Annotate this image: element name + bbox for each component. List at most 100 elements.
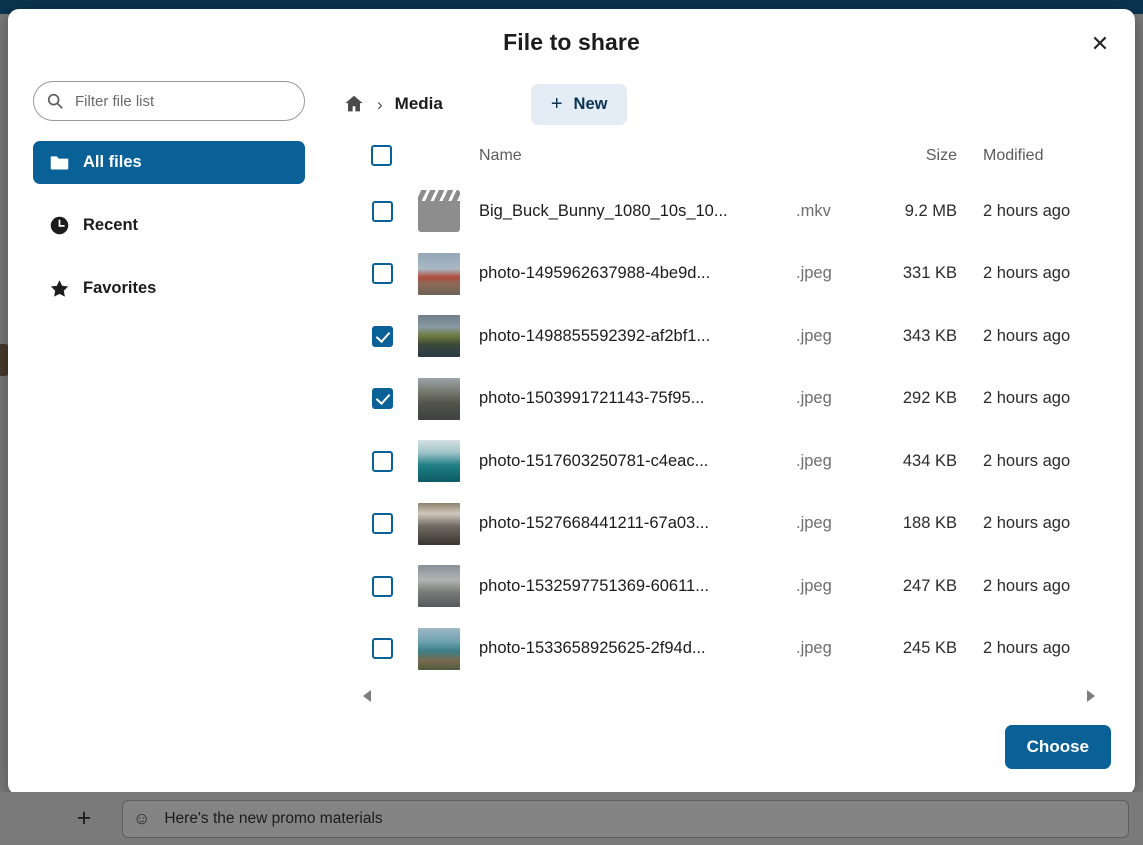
file-modified: 2 hours ago bbox=[965, 180, 1117, 243]
dialog-sidebar: All files Recent Favorites bbox=[33, 81, 321, 310]
file-extension: .jpeg bbox=[795, 618, 857, 681]
scroll-right-icon[interactable] bbox=[1087, 690, 1095, 702]
file-size: 343 KB bbox=[857, 305, 965, 368]
file-extension: .jpeg bbox=[795, 430, 857, 493]
file-name[interactable]: photo-1533658925625-2f94d... bbox=[473, 618, 795, 681]
row-checkbox[interactable] bbox=[372, 451, 393, 472]
row-checkbox[interactable] bbox=[372, 263, 393, 284]
table-row[interactable]: photo-1527668441211-67a03....jpeg188 KB2… bbox=[343, 493, 1117, 556]
plus-icon: + bbox=[551, 94, 563, 114]
file-size: 434 KB bbox=[857, 430, 965, 493]
file-size: 245 KB bbox=[857, 618, 965, 681]
file-browser: › Media + New Name bbox=[343, 81, 1117, 777]
row-select-cell bbox=[343, 493, 417, 556]
file-modified: 2 hours ago bbox=[965, 430, 1117, 493]
star-icon bbox=[49, 278, 83, 299]
row-checkbox[interactable] bbox=[372, 388, 393, 409]
sidebar-item-favorites[interactable]: Favorites bbox=[33, 267, 305, 310]
column-header-name[interactable]: Name bbox=[473, 139, 795, 180]
photo-thumbnail bbox=[418, 378, 460, 420]
file-name[interactable]: photo-1498855592392-af2bf1... bbox=[473, 305, 795, 368]
file-modified: 2 hours ago bbox=[965, 368, 1117, 431]
photo-thumbnail bbox=[418, 565, 460, 607]
photo-thumbnail bbox=[418, 253, 460, 295]
row-select-cell bbox=[343, 430, 417, 493]
photo-thumbnail bbox=[418, 440, 460, 482]
horizontal-scrollbar[interactable] bbox=[343, 684, 1117, 710]
file-picker-dialog: File to share ✕ All files bbox=[8, 9, 1135, 795]
sidebar-item-label: Favorites bbox=[83, 279, 156, 298]
file-name[interactable]: photo-1495962637988-4be9d... bbox=[473, 243, 795, 306]
file-size: 188 KB bbox=[857, 493, 965, 556]
new-button[interactable]: + New bbox=[531, 84, 628, 125]
file-name[interactable]: photo-1503991721143-75f95... bbox=[473, 368, 795, 431]
table-row[interactable]: photo-1498855592392-af2bf1....jpeg343 KB… bbox=[343, 305, 1117, 368]
file-extension: .mkv bbox=[795, 180, 857, 243]
video-file-icon bbox=[418, 190, 460, 232]
message-composer: + ☺ Here's the new promo materials bbox=[0, 792, 1143, 845]
add-attachment-button[interactable]: + bbox=[60, 806, 108, 831]
filter-file-list-box[interactable] bbox=[33, 81, 305, 121]
search-icon bbox=[46, 92, 73, 110]
table-row[interactable]: Big_Buck_Bunny_1080_10s_10....mkv9.2 MB2… bbox=[343, 180, 1117, 243]
choose-button[interactable]: Choose bbox=[1005, 725, 1111, 769]
file-name[interactable]: photo-1517603250781-c4eac... bbox=[473, 430, 795, 493]
folder-icon bbox=[49, 152, 83, 173]
clock-icon bbox=[49, 215, 83, 236]
table-row[interactable]: photo-1517603250781-c4eac....jpeg434 KB2… bbox=[343, 430, 1117, 493]
file-size: 292 KB bbox=[857, 368, 965, 431]
row-checkbox[interactable] bbox=[372, 326, 393, 347]
row-select-cell bbox=[343, 243, 417, 306]
row-checkbox[interactable] bbox=[372, 576, 393, 597]
file-browser-toolbar: › Media + New bbox=[343, 81, 1117, 127]
file-name[interactable]: photo-1527668441211-67a03... bbox=[473, 493, 795, 556]
row-checkbox[interactable] bbox=[372, 638, 393, 659]
file-name[interactable]: Big_Buck_Bunny_1080_10s_10... bbox=[473, 180, 795, 243]
row-thumbnail-cell bbox=[417, 555, 473, 618]
row-checkbox[interactable] bbox=[372, 513, 393, 534]
sidebar-item-recent[interactable]: Recent bbox=[33, 204, 305, 247]
row-select-cell bbox=[343, 305, 417, 368]
table-row[interactable]: photo-1503991721143-75f95....jpeg292 KB2… bbox=[343, 368, 1117, 431]
file-list-body: Big_Buck_Bunny_1080_10s_10....mkv9.2 MB2… bbox=[343, 180, 1117, 680]
sidebar-item-all-files[interactable]: All files bbox=[33, 141, 305, 184]
photo-thumbnail bbox=[418, 315, 460, 357]
photo-thumbnail bbox=[418, 503, 460, 545]
column-header-modified[interactable]: Modified bbox=[965, 139, 1117, 180]
select-all-checkbox[interactable] bbox=[371, 145, 392, 166]
table-row[interactable]: photo-1533658925625-2f94d....jpeg245 KB2… bbox=[343, 618, 1117, 681]
column-header-size[interactable]: Size bbox=[857, 139, 965, 180]
close-icon[interactable]: ✕ bbox=[1081, 25, 1119, 63]
home-icon[interactable] bbox=[343, 93, 365, 115]
select-all-header bbox=[343, 139, 417, 180]
file-extension: .jpeg bbox=[795, 555, 857, 618]
file-modified: 2 hours ago bbox=[965, 618, 1117, 681]
row-checkbox[interactable] bbox=[372, 201, 393, 222]
row-select-cell bbox=[343, 180, 417, 243]
table-row[interactable]: photo-1532597751369-60611....jpeg247 KB2… bbox=[343, 555, 1117, 618]
row-thumbnail-cell bbox=[417, 493, 473, 556]
row-thumbnail-cell bbox=[417, 180, 473, 243]
file-modified: 2 hours ago bbox=[965, 305, 1117, 368]
row-select-cell bbox=[343, 618, 417, 681]
breadcrumb: › Media bbox=[343, 93, 443, 115]
file-size: 331 KB bbox=[857, 243, 965, 306]
file-name[interactable]: photo-1532597751369-60611... bbox=[473, 555, 795, 618]
row-thumbnail-cell bbox=[417, 430, 473, 493]
row-select-cell bbox=[343, 368, 417, 431]
scroll-left-icon[interactable] bbox=[363, 690, 371, 702]
photo-thumbnail bbox=[418, 628, 460, 670]
table-row[interactable]: photo-1495962637988-4be9d....jpeg331 KB2… bbox=[343, 243, 1117, 306]
extension-header bbox=[795, 139, 857, 180]
file-extension: .jpeg bbox=[795, 305, 857, 368]
breadcrumb-separator: › bbox=[377, 96, 383, 113]
file-list-table: Name Size Modified Big_Buck_Bunny_1080_1… bbox=[343, 139, 1117, 680]
message-input[interactable]: ☺ Here's the new promo materials bbox=[122, 800, 1129, 838]
search-input[interactable] bbox=[73, 92, 292, 111]
smiley-icon[interactable]: ☺ bbox=[133, 809, 150, 829]
file-modified: 2 hours ago bbox=[965, 555, 1117, 618]
file-extension: .jpeg bbox=[795, 368, 857, 431]
message-text: Here's the new promo materials bbox=[164, 810, 382, 828]
row-thumbnail-cell bbox=[417, 618, 473, 681]
breadcrumb-current-folder[interactable]: Media bbox=[395, 94, 443, 114]
